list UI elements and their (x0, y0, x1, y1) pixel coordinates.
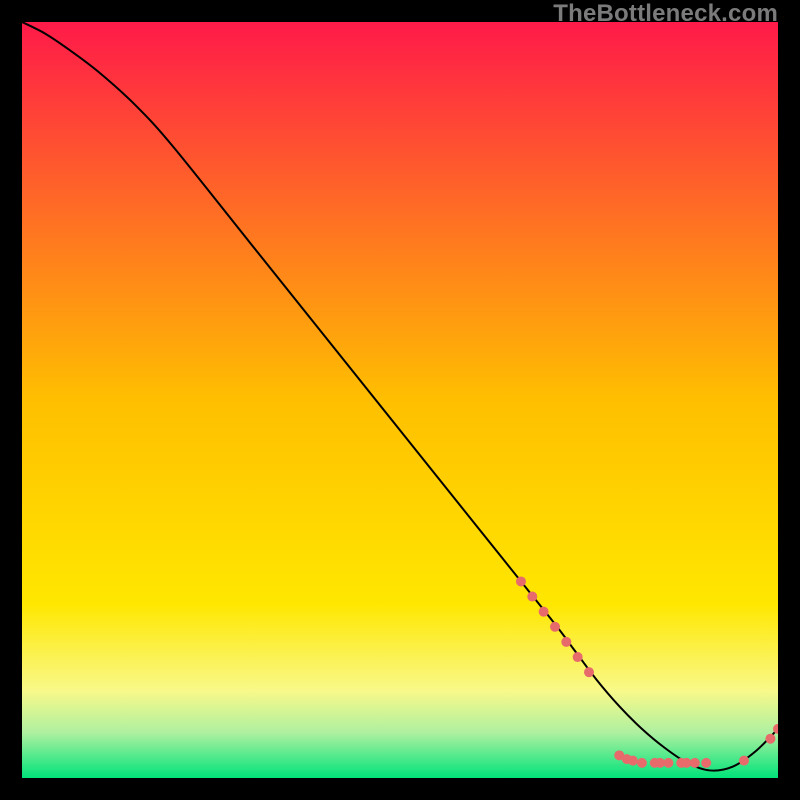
data-point (550, 622, 560, 632)
gradient-background (22, 22, 778, 778)
data-point (739, 756, 749, 766)
plot-area (22, 22, 778, 778)
data-point (561, 637, 571, 647)
plot-svg (22, 22, 778, 778)
data-point (663, 758, 673, 768)
data-point (628, 756, 638, 766)
data-point (516, 576, 526, 586)
data-point (527, 592, 537, 602)
data-point (701, 758, 711, 768)
chart-stage: TheBottleneck.com (0, 0, 800, 800)
data-point (539, 607, 549, 617)
data-point (765, 734, 775, 744)
data-point (637, 758, 647, 768)
data-point (573, 652, 583, 662)
data-point (584, 667, 594, 677)
data-point (690, 758, 700, 768)
